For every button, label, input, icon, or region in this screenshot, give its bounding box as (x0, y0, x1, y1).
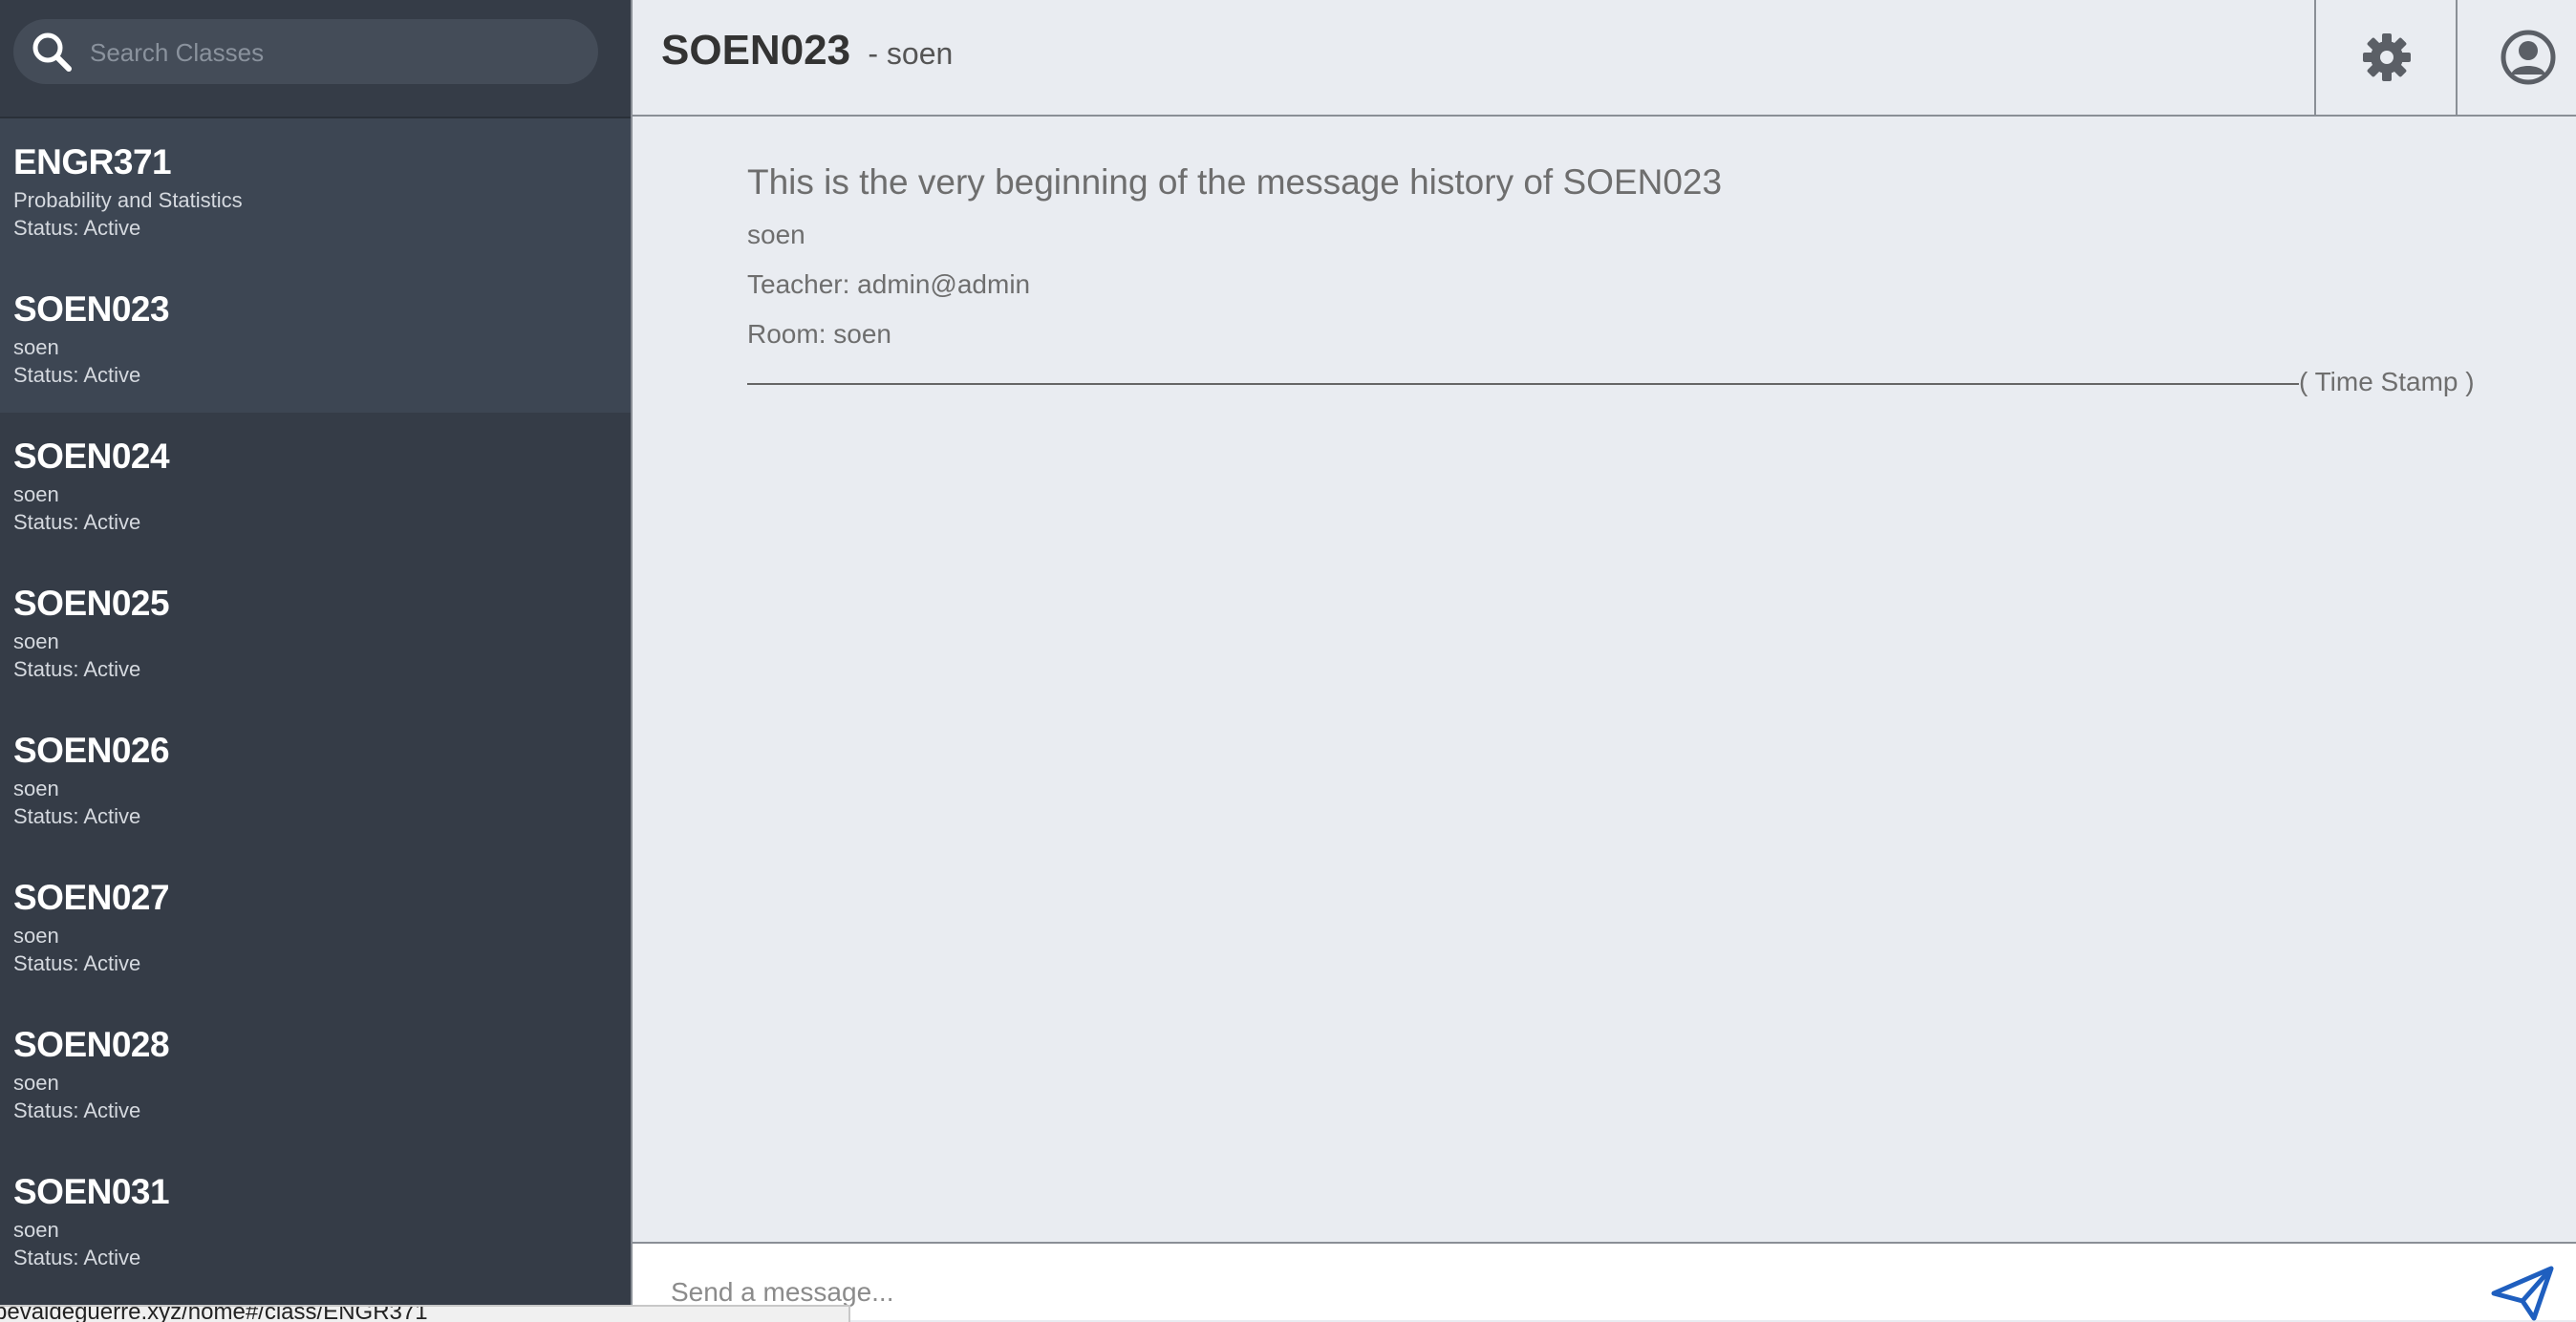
class-description: soen (747, 220, 805, 249)
gear-icon (2363, 33, 2411, 81)
room-info: Room: soen (747, 319, 891, 349)
class-code: SOEN024 (13, 437, 170, 476)
class-name: soen (13, 629, 59, 653)
search-input[interactable] (88, 31, 589, 75)
class-title: SOEN023 (661, 27, 851, 74)
class-name: soen (13, 335, 59, 359)
divider-line (747, 383, 2299, 385)
class-status: Status: Active (13, 363, 141, 387)
class-item-soen025[interactable]: SOEN025 soen Status: Active (0, 560, 631, 707)
message-area: This is the very beginning of the messag… (631, 117, 2576, 1242)
class-item-soen027[interactable]: SOEN027 soen Status: Active (0, 854, 631, 1001)
chat-header: SOEN023 - soen (631, 0, 2576, 117)
status-url-text: bevaldeguerre.xyz/home#/class/ENGR371 (0, 1305, 428, 1322)
class-sidebar: ENGR371 Probability and Statistics Statu… (0, 0, 631, 1320)
class-status: Status: Active (13, 804, 141, 828)
class-code: ENGR371 (13, 142, 172, 181)
message-composer (631, 1242, 2576, 1322)
class-code: SOEN028 (13, 1025, 170, 1064)
class-status: Status: Active (13, 1246, 141, 1269)
page-title: SOEN023 - soen (661, 27, 953, 75)
class-code: SOEN026 (13, 731, 170, 770)
paper-plane-icon[interactable] (2490, 1265, 2557, 1322)
class-item-soen024[interactable]: SOEN024 soen Status: Active (0, 413, 631, 560)
class-name: Probability and Statistics (13, 188, 243, 212)
class-status: Status: Active (13, 657, 141, 681)
timestamp-divider: ( Time Stamp ) (747, 367, 2477, 401)
class-item-soen028[interactable]: SOEN028 soen Status: Active (0, 1001, 631, 1148)
class-name: soen (13, 1218, 59, 1242)
status-url-tooltip: bevaldeguerre.xyz/home#/class/ENGR371 (0, 1305, 850, 1322)
teacher-info: Teacher: admin@admin (747, 269, 1031, 299)
class-status: Status: Active (13, 510, 141, 534)
class-status: Status: Active (13, 1098, 141, 1122)
search-icon[interactable] (31, 31, 73, 73)
user-circle-icon (2501, 30, 2556, 85)
profile-button[interactable] (2456, 0, 2576, 115)
class-status: Status: Active (13, 951, 141, 975)
class-name: soen (13, 1071, 59, 1095)
class-code: SOEN025 (13, 584, 170, 623)
history-intro: This is the very beginning of the messag… (747, 162, 1722, 350)
search-box[interactable] (13, 19, 598, 84)
class-name: soen (13, 924, 59, 948)
class-item-soen026[interactable]: SOEN026 soen Status: Active (0, 707, 631, 854)
class-code: SOEN031 (13, 1172, 170, 1211)
class-item-soen023[interactable]: SOEN023 soen Status: Active (0, 266, 631, 413)
class-status: Status: Active (13, 216, 141, 240)
history-intro-title: This is the very beginning of the messag… (747, 162, 1723, 202)
class-name: soen (13, 777, 59, 800)
search-bar (0, 0, 631, 118)
class-code: SOEN027 (13, 878, 170, 917)
class-code: SOEN023 (13, 289, 170, 329)
class-item-engr371[interactable]: ENGR371 Probability and Statistics Statu… (0, 118, 631, 266)
class-name: soen (13, 482, 59, 506)
class-list: ENGR371 Probability and Statistics Statu… (0, 118, 631, 1295)
class-subtitle: - soen (868, 36, 954, 71)
message-input[interactable] (669, 1272, 2488, 1312)
class-item-soen031[interactable]: SOEN031 soen Status: Active (0, 1148, 631, 1295)
timestamp-label: ( Time Stamp ) (2299, 367, 2475, 396)
settings-button[interactable] (2314, 0, 2458, 115)
